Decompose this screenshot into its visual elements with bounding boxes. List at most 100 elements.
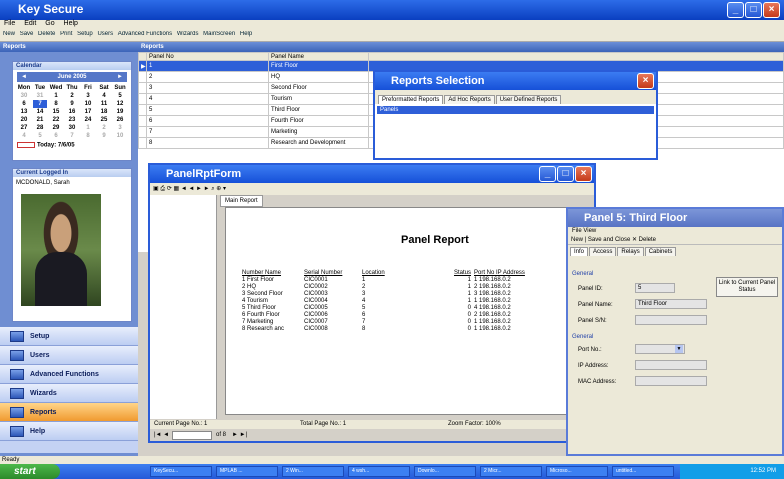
taskbar-item[interactable]: MPLAB ... [216,466,278,477]
calendar-day[interactable]: 31 [33,92,47,100]
panel-report-close-button[interactable]: × [575,166,592,182]
menu-help[interactable]: Help [64,20,78,27]
panel5-save-close-button[interactable]: Save and Close [588,237,630,243]
calendar-day[interactable]: 23 [65,116,79,124]
calendar-day[interactable]: 30 [17,92,31,100]
tab-adhoc[interactable]: Ad Hoc Reports [444,95,495,104]
panel-report-minimize-button[interactable]: _ [539,166,556,182]
toolbar-save[interactable]: Save [20,31,34,37]
toolbar-wizards[interactable]: Wizards [177,31,199,37]
report-item-panels[interactable]: Panels [377,106,654,114]
taskbar-item[interactable]: Downlo... [414,466,476,477]
maximize-button[interactable]: □ [745,2,762,18]
panel5-menu-view[interactable]: View [583,228,596,234]
col-panel-no[interactable]: Panel No [146,52,269,61]
taskbar-item[interactable]: 2 Win... [282,466,344,477]
taskbar-item[interactable]: Microso... [546,466,608,477]
calendar-day[interactable]: 15 [49,108,63,116]
reports-selection-close-button[interactable]: × [637,73,654,89]
calendar-day[interactable]: 13 [17,108,31,116]
calendar-day[interactable]: 30 [65,124,79,132]
taskbar-item[interactable]: 4 wsh... [348,466,410,477]
toolbar-print[interactable]: Print [60,31,72,37]
panel5-delete-button[interactable]: Delete [639,237,656,243]
panel-id-field[interactable]: 5 [635,283,675,293]
close-button[interactable]: × [763,2,780,18]
panel5-menu-file[interactable]: File [572,228,582,234]
calendar-day[interactable]: 25 [97,116,111,124]
toolbar-new[interactable]: New [3,31,15,37]
panel-name-field[interactable]: Third Floor [635,299,707,309]
panel5-new-button[interactable]: New [571,237,583,243]
taskbar-item[interactable]: KeySecu... [150,466,212,477]
start-button[interactable]: start [0,464,60,479]
ip-field[interactable] [635,360,707,370]
calendar-day[interactable]: 9 [65,100,79,108]
calendar-day[interactable]: 3 [81,92,95,100]
calendar-day[interactable]: 21 [33,116,47,124]
col-panel-name[interactable]: Panel Name [268,52,369,61]
menu-edit[interactable]: Edit [24,20,36,27]
calendar-day[interactable]: 8 [49,100,63,108]
tab-user-defined[interactable]: User Defined Reports [495,95,562,104]
calendar-day[interactable]: 4 [97,92,111,100]
calendar-day[interactable]: 28 [33,124,47,132]
calendar-day[interactable]: 7 [65,132,79,140]
tab-access[interactable]: Access [589,247,617,256]
panel-report-maximize-button[interactable]: □ [557,166,574,182]
toolbar-delete[interactable]: Delete [38,31,55,37]
calendar-day[interactable]: 26 [113,116,127,124]
calendar-day[interactable]: 11 [97,100,111,108]
menu-file[interactable]: File [4,20,15,27]
tab-info[interactable]: Info [570,247,589,256]
calendar-day[interactable]: 3 [113,124,127,132]
toolbar-advanced[interactable]: Advanced Functions [118,31,172,37]
mac-field[interactable] [635,376,707,386]
calendar-day[interactable]: 20 [17,116,31,124]
tab-cabinets[interactable]: Cabinets [644,247,677,256]
nav-setup[interactable]: Setup [0,327,138,346]
calendar-day[interactable]: 2 [65,92,79,100]
calendar-day[interactable]: 10 [81,100,95,108]
calendar-today[interactable]: Today: 7/6/05 [17,142,127,149]
calendar-day[interactable]: 29 [49,124,63,132]
first-record-icon[interactable]: |◄ ◄ [154,430,169,441]
tab-preformatted[interactable]: Preformatted Reports [378,95,444,104]
nav-overflow-bar[interactable] [0,441,138,453]
nav-users[interactable]: Users [0,346,138,365]
calendar-day[interactable]: 14 [33,108,47,116]
menu-go[interactable]: Go [45,20,54,27]
calendar-day[interactable]: 4 [17,132,31,140]
nav-advanced-functions[interactable]: Advanced Functions [0,365,138,384]
toolbar-setup[interactable]: Setup [77,31,93,37]
calendar-day[interactable]: 16 [65,108,79,116]
calendar-grid[interactable]: Mon Tue Wed Thu Fri Sat Sun 30 31 1 2 3 4 5 6 7 8 9 10 11 12… [17,84,127,140]
link-current-status-button[interactable]: Link to Current Panel Status [716,277,778,297]
taskbar-item[interactable]: untitled... [612,466,674,477]
calendar-day[interactable]: 17 [81,108,95,116]
minimize-button[interactable]: _ [727,2,744,18]
calendar-day[interactable]: 10 [113,132,127,140]
calendar-day[interactable]: 5 [113,92,127,100]
calendar-day[interactable]: 12 [113,100,127,108]
calendar-day[interactable]: 1 [81,124,95,132]
record-number-input[interactable] [172,431,212,440]
nav-help[interactable]: Help [0,422,138,441]
port-select[interactable]: ▼ [635,344,685,354]
calendar-day[interactable]: 9 [97,132,111,140]
calendar-day[interactable]: 6 [17,100,31,108]
next-record-icon[interactable]: ► ►| [232,430,247,441]
tab-relays[interactable]: Relays [617,247,644,256]
calendar-day[interactable]: 27 [17,124,31,132]
next-month-icon[interactable]: ► [117,72,123,82]
calendar-day[interactable]: 7 [33,100,47,108]
report-viewer-toolbar[interactable]: ▣ ⎙ ⟳ ▦ ◄ ◄ ► ► ⌕ ⊕ ▾ [150,183,594,195]
panel-sn-field[interactable] [635,315,707,325]
calendar-day[interactable]: 18 [97,108,111,116]
calendar-day[interactable]: 6 [49,132,63,140]
calendar-day[interactable]: 1 [49,92,63,100]
toolbar-mainscreen[interactable]: MainScreen [203,31,235,37]
calendar-day[interactable]: 8 [81,132,95,140]
toolbar-users[interactable]: Users [97,31,113,37]
nav-wizards[interactable]: Wizards [0,384,138,403]
